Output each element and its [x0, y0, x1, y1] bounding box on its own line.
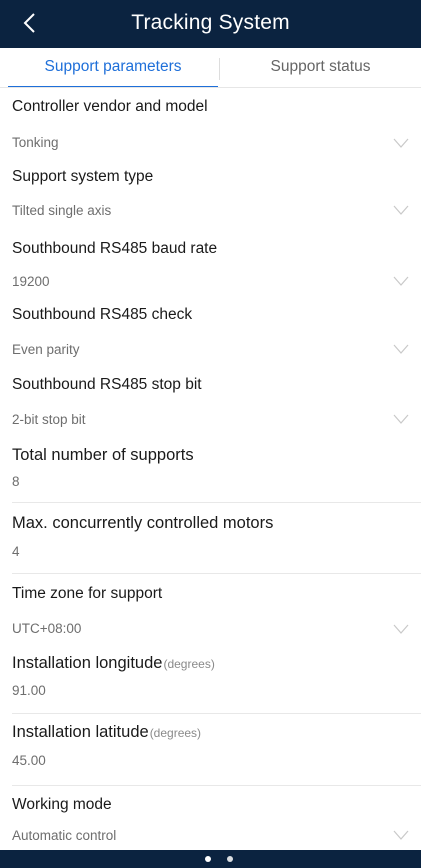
page-dot[interactable] [205, 856, 211, 862]
field-label: Installation longitude(degrees) [12, 654, 215, 672]
field-latitude[interactable]: Installation latitude(degrees) 45.00 [0, 714, 421, 786]
field-value: 2-bit stop bit [12, 412, 86, 427]
field-controller-vendor[interactable]: Controller vendor and model Tonking [0, 88, 421, 158]
field-total-supports[interactable]: Total number of supports 8 [0, 436, 421, 504]
field-value: 45.00 [12, 753, 46, 768]
field-label: Southbound RS485 check [12, 306, 193, 323]
field-value: Tonking [12, 135, 59, 150]
field-label: Controller vendor and model [12, 98, 208, 115]
field-baud-rate[interactable]: Southbound RS485 baud rate 19200 [0, 226, 421, 296]
field-stop-bit[interactable]: Southbound RS485 stop bit 2-bit stop bit [0, 364, 421, 436]
tab-support-status[interactable]: Support status [220, 48, 421, 88]
field-support-system-type[interactable]: Support system type Tilted single axis [0, 158, 421, 226]
field-label: Time zone for support [12, 585, 163, 602]
field-time-zone[interactable]: Time zone for support UTC+08:00 [0, 574, 421, 646]
field-label: Support system type [12, 168, 154, 185]
field-value: UTC+08:00 [12, 621, 82, 636]
field-value: Even parity [12, 342, 80, 357]
tab-support-parameters[interactable]: Support parameters [8, 48, 218, 88]
field-label: Southbound RS485 baud rate [12, 240, 218, 257]
chevron-down-icon [393, 344, 409, 354]
field-value: Tilted single axis [12, 203, 112, 218]
chevron-down-icon [393, 205, 409, 215]
field-longitude[interactable]: Installation longitude(degrees) 91.00 [0, 646, 421, 714]
unit-label: (degrees) [163, 657, 215, 671]
chevron-down-icon [393, 830, 409, 840]
page-title: Tracking System [131, 11, 290, 34]
field-rs485-check[interactable]: Southbound RS485 check Even parity [0, 296, 421, 364]
field-value: Automatic control [12, 828, 117, 843]
field-working-mode[interactable]: Working mode Automatic control [0, 786, 421, 850]
chevron-down-icon [393, 414, 409, 424]
chevron-down-icon [393, 276, 409, 286]
field-label: Installation latitude(degrees) [12, 723, 202, 741]
chevron-down-icon [393, 138, 409, 148]
field-value: 4 [12, 544, 20, 559]
page-indicator-bar [0, 850, 421, 868]
app-header: Tracking System [0, 0, 421, 48]
field-value: 19200 [12, 274, 50, 289]
field-value: 91.00 [12, 683, 46, 698]
tab-bar: Support parameters Support status [0, 48, 421, 88]
chevron-down-icon [393, 624, 409, 634]
field-label: Working mode [12, 796, 112, 813]
field-label: Total number of supports [12, 446, 194, 464]
page-dot[interactable] [227, 856, 233, 862]
field-value: 8 [12, 474, 20, 489]
row-divider [12, 502, 421, 503]
field-label: Southbound RS485 stop bit [12, 376, 202, 393]
field-max-motors[interactable]: Max. concurrently controlled motors 4 [0, 504, 421, 574]
field-label: Max. concurrently controlled motors [12, 514, 274, 532]
unit-label: (degrees) [149, 726, 202, 740]
